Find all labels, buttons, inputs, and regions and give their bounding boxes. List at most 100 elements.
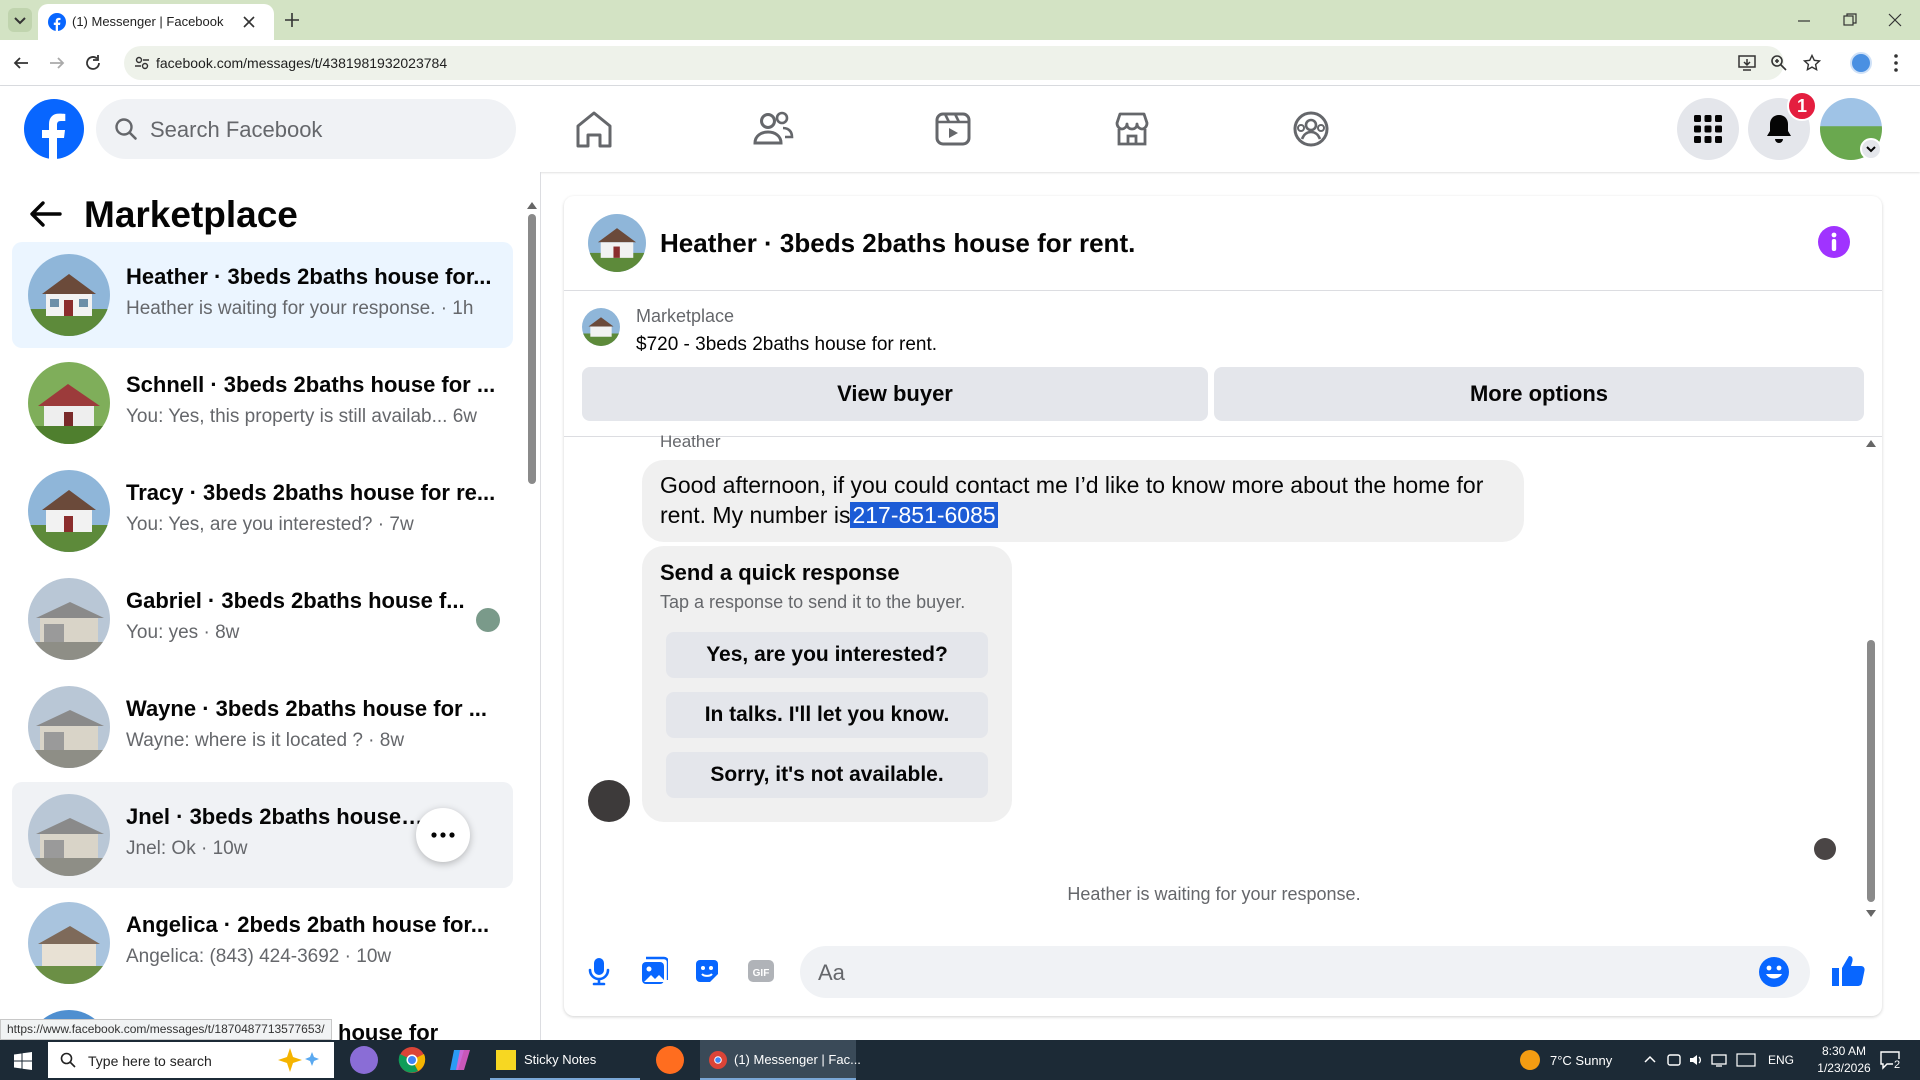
profile-icon[interactable]	[1850, 52, 1872, 74]
conversation-item[interactable]: Wayne · 3beds 2baths house for ... Wayne…	[12, 674, 513, 780]
message-composer[interactable]: Aa	[800, 946, 1810, 998]
composer-placeholder: Aa	[818, 960, 845, 985]
volume-icon[interactable]	[1688, 1052, 1704, 1068]
listing-thumbnail	[582, 308, 620, 346]
language-indicator[interactable]: ENG	[1768, 1053, 1794, 1067]
listing-thumbnail	[28, 794, 110, 876]
selected-phone-number[interactable]: 217-851-6085	[850, 502, 998, 528]
tab-title: (1) Messenger | Facebook	[72, 14, 224, 29]
video-icon[interactable]	[928, 104, 978, 154]
conversation-item[interactable]: Jnel · 3beds 2baths house for rent. Jnel…	[12, 782, 513, 888]
weather-text[interactable]: 7°C Sunny	[1550, 1053, 1612, 1068]
conversation-item[interactable]: Angelica · 2beds 2bath house for... Ange…	[12, 890, 513, 996]
reload-icon[interactable]	[84, 54, 102, 72]
home-icon[interactable]	[569, 104, 619, 154]
photo-icon[interactable]	[638, 956, 668, 986]
incoming-message[interactable]: Good afternoon, if you could contact me …	[642, 460, 1524, 542]
taskbar-search-placeholder: Type here to search	[88, 1053, 212, 1069]
copilot-icon[interactable]	[446, 1046, 474, 1074]
taskbar-app-sticky-notes[interactable]: Sticky Notes	[490, 1040, 640, 1080]
address-bar-row: facebook.com/messages/t/4381981932023784	[0, 40, 1920, 86]
search-placeholder: Search Facebook	[150, 117, 323, 142]
url-field[interactable]: facebook.com/messages/t/4381981932023784	[124, 46, 1784, 80]
network-icon[interactable]	[1710, 1052, 1728, 1068]
sticker-icon[interactable]	[692, 956, 722, 986]
restore-icon[interactable]	[1843, 13, 1857, 27]
weather-icon[interactable]	[1520, 1050, 1540, 1070]
emoji-icon[interactable]	[1758, 956, 1790, 988]
meet-icon[interactable]	[1666, 1052, 1682, 1068]
chevron-up-icon[interactable]	[1644, 1054, 1656, 1064]
mic-icon[interactable]	[584, 956, 614, 986]
chrome-icon[interactable]	[398, 1046, 426, 1074]
tab-search-button[interactable]	[8, 8, 32, 32]
conversation-item[interactable]: Schnell · 3beds 2baths house for ... You…	[12, 350, 513, 456]
conversation-preview: You: Yes, this property is still availab…	[126, 406, 477, 427]
quick-response-button[interactable]: Sorry, it's not available.	[666, 752, 988, 798]
conversation-options-button[interactable]	[416, 808, 470, 862]
bookmark-star-icon[interactable]	[1803, 54, 1821, 72]
marketplace-conversation-list: Marketplace Heather · 3beds 2baths house…	[0, 172, 541, 1040]
back-arrow-icon[interactable]	[28, 198, 64, 230]
taskbar-app-label: (1) Messenger | Fac...	[734, 1052, 861, 1067]
conversation-item[interactable]: Heather · 3beds 2baths house for... Heat…	[12, 242, 513, 348]
sticky-notes-icon	[496, 1050, 516, 1070]
quick-response-card: Send a quick response Tap a response to …	[642, 546, 1012, 822]
more-vertical-icon[interactable]	[1893, 53, 1899, 73]
firefox-icon[interactable]	[656, 1046, 684, 1074]
minimize-icon[interactable]	[1797, 14, 1811, 28]
quick-response-button[interactable]: In talks. I'll let you know.	[666, 692, 988, 738]
back-icon[interactable]	[12, 54, 30, 72]
forward-icon[interactable]	[48, 54, 66, 72]
browser-tab-strip: (1) Messenger | Facebook	[0, 0, 1920, 40]
taskbar-search[interactable]: Type here to search	[48, 1042, 334, 1078]
quick-response-button[interactable]: Yes, are you interested?	[666, 632, 988, 678]
conversation-item[interactable]: Tracy · 3beds 2baths house for re... You…	[12, 458, 513, 564]
chat-scrollbar[interactable]	[1864, 440, 1878, 920]
menu-button[interactable]	[1677, 98, 1739, 160]
sparkle-icon	[278, 1048, 319, 1072]
gif-icon[interactable]: GIF	[746, 956, 776, 986]
search-icon	[60, 1052, 76, 1068]
clock-date[interactable]: 1/23/2026	[1810, 1061, 1878, 1075]
marketplace-icon[interactable]	[1107, 104, 1157, 154]
conversation-item[interactable]: Gabriel · 3beds 2baths house f... You: y…	[12, 566, 513, 672]
browser-tab[interactable]: (1) Messenger | Facebook	[38, 4, 274, 40]
close-window-icon[interactable]	[1888, 13, 1902, 27]
scroll-up-arrow[interactable]	[527, 202, 537, 209]
listing-detail[interactable]: $720 - 3beds 2baths house for rent.	[636, 334, 937, 356]
install-app-icon[interactable]	[1738, 54, 1756, 72]
notification-count: 2	[1893, 1059, 1902, 1071]
listing-thumbnail	[28, 362, 110, 444]
chat-listing-avatar[interactable]	[588, 214, 646, 272]
chrome-icon	[709, 1051, 727, 1069]
groups-icon[interactable]	[1286, 104, 1336, 154]
scroll-down-arrow[interactable]	[1866, 910, 1876, 917]
keyboard-icon[interactable]	[1736, 1053, 1756, 1067]
status-url: https://www.facebook.com/messages/t/1870…	[0, 1019, 332, 1040]
windows-start-icon[interactable]	[14, 1052, 32, 1070]
conversation-preview: You: yes · 8w	[126, 622, 240, 643]
conversation-name: house for	[338, 1020, 439, 1040]
scroll-up-arrow[interactable]	[1866, 440, 1876, 447]
app-icon[interactable]	[350, 1046, 378, 1074]
site-settings-icon[interactable]	[134, 55, 150, 71]
account-dropdown[interactable]	[1860, 138, 1882, 160]
info-icon[interactable]	[1818, 226, 1850, 258]
clock-time[interactable]: 8:30 AM	[1813, 1044, 1875, 1058]
search-input[interactable]: Search Facebook	[96, 99, 516, 159]
like-icon[interactable]	[1830, 952, 1866, 988]
close-icon[interactable]	[242, 15, 256, 29]
facebook-logo-icon[interactable]	[24, 99, 84, 159]
chat-scroll-thumb[interactable]	[1867, 640, 1875, 902]
new-tab-icon[interactable]	[284, 12, 300, 28]
taskbar-app-messenger[interactable]: (1) Messenger | Fac...	[700, 1040, 861, 1080]
sidebar-scrollbar[interactable]	[526, 202, 538, 1012]
view-buyer-button[interactable]: View buyer	[582, 367, 1208, 421]
read-receipt-avatar	[476, 608, 500, 632]
sidebar-scroll-thumb[interactable]	[528, 214, 536, 484]
friends-icon[interactable]	[748, 104, 798, 154]
zoom-icon[interactable]	[1770, 54, 1788, 72]
sender-avatar[interactable]	[588, 780, 630, 822]
more-options-button[interactable]: More options	[1214, 367, 1864, 421]
